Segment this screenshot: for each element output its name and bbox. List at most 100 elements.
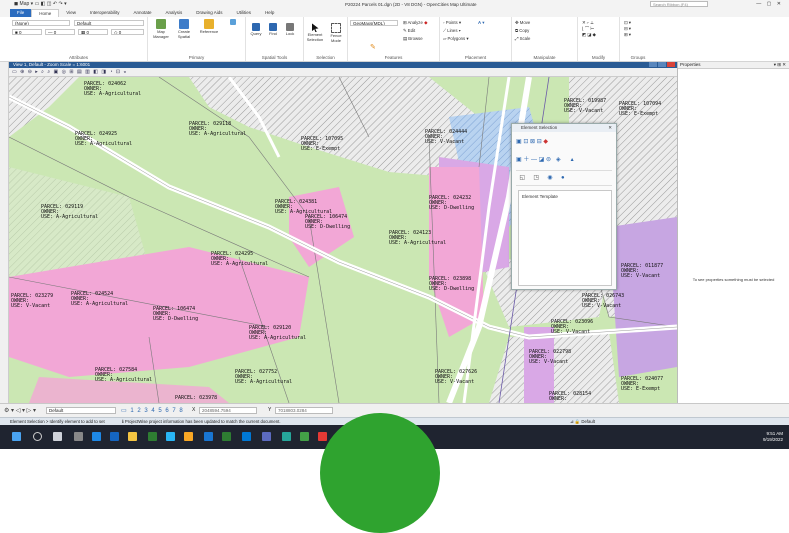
feature-dropdown[interactable]: GeoMaxs(MDL)	[350, 20, 398, 26]
chrome-icon[interactable]	[184, 432, 193, 441]
explorer-icon[interactable]	[128, 432, 137, 441]
tab-file[interactable]: File	[10, 9, 32, 17]
modify-group: ✕ ⌐ ⟂ ⌊ ⌒ ⊢ ◩ ◪ ◆ Modify	[578, 17, 620, 61]
word-icon[interactable]	[204, 432, 213, 441]
mail-icon[interactable]	[110, 432, 119, 441]
nav-controls[interactable]: ⚙ ▾ ◁ ▾ ▷ ▾	[4, 407, 36, 414]
tab-utilities[interactable]: Utilities	[230, 9, 259, 17]
element-selection-title: Element Selection	[521, 125, 558, 130]
x-coord-label: X	[192, 407, 196, 413]
selection-method-tools[interactable]: ▣ ⊡ ⊠ ⊟ ◆	[516, 138, 548, 145]
edge-icon[interactable]	[92, 432, 101, 441]
query-button[interactable]: Query	[248, 23, 264, 37]
status-info: ℹ ProjectWise project information has be…	[122, 419, 281, 424]
selection-tab-icons[interactable]: ◱ ◳ ◉ ●	[516, 170, 612, 186]
scale-button[interactable]: ⤢ Scale	[515, 36, 530, 41]
spotify-icon[interactable]	[300, 432, 309, 441]
browse-button[interactable]: ▤ Browse	[403, 36, 423, 42]
search-icon[interactable]	[33, 432, 42, 441]
transparency-dropdown[interactable]: ◇ 0	[111, 29, 144, 35]
map-manager-label: Map Manager	[153, 29, 169, 39]
parcel-use: USE: D-Dwelling	[305, 224, 350, 230]
selection-mode-tools[interactable]: ▣ ＋ — ◪ ⊜ ◈ ▴	[516, 154, 574, 163]
search-ribbon-input[interactable]: Search Ribbon (F4)	[650, 1, 708, 7]
polygons-label: Polygons	[447, 36, 466, 41]
element-selection-button[interactable]: Element Selection	[305, 23, 325, 42]
modify-tools[interactable]: ✕ ⌐ ⟂ ⌊ ⌒ ⊢ ◩ ◪ ◆	[582, 20, 596, 38]
parcel-use: USE: A-Agricultural	[211, 261, 268, 267]
features-group: GeoMaxs(MDL) ⊞ Analyze ◆ ✎ Edit ▤ Browse…	[348, 17, 440, 61]
pin-icon[interactable]: ▾ ⊞ ✕	[774, 62, 786, 68]
desktop-icon[interactable]	[74, 432, 83, 441]
weight-dropdown[interactable]: — 0	[45, 29, 75, 35]
clock[interactable]: 9:51 AM 9/19/2022	[763, 431, 783, 443]
view-buttons[interactable]: ▭ 1 2 3 4 5 6 7 8	[121, 407, 184, 414]
quick-access-toolbar[interactable]: ◼ Map ▾ ▭ ◧ ◫ ↶ ↷ ▾	[14, 1, 67, 7]
lines-label: Lines	[447, 28, 458, 33]
tab-analysis[interactable]: Analysis	[159, 9, 190, 17]
map-icon	[156, 19, 166, 29]
outlook-icon[interactable]	[242, 432, 251, 441]
element-selection-dialog[interactable]: Element Selection ✕ ▣ ⊡ ⊠ ⊟ ◆ ▣ ＋ — ◪ ⊜ …	[511, 123, 617, 290]
move-label: Move	[519, 20, 531, 25]
primary-extra-tools[interactable]	[223, 19, 243, 26]
model-dropdown[interactable]: Default	[46, 407, 116, 414]
parcel-use: USE: V-Vacant	[425, 139, 464, 145]
y-coord-label: Y	[268, 407, 272, 413]
lines-button[interactable]: ⟋ Lines ▾	[443, 28, 461, 33]
model-value: Default	[49, 408, 64, 413]
tab-view[interactable]: View	[59, 9, 83, 17]
copy-button[interactable]: ⧉ Copy	[515, 28, 529, 33]
tab-annotate[interactable]: Annotate	[127, 9, 159, 17]
tab-help[interactable]: Help	[258, 9, 281, 17]
parcel-use: USE: A-Agricultural	[235, 379, 292, 385]
parcel-use: USE: E-Exempt	[621, 386, 660, 392]
text-button[interactable]: A ▾	[478, 20, 484, 26]
element-template-panel	[518, 190, 612, 286]
reference-label: Reference	[199, 29, 219, 34]
analyze-button[interactable]: ⊞ Analyze ◆	[403, 20, 427, 26]
teams-icon[interactable]	[262, 432, 271, 441]
reference-button[interactable]: Reference	[198, 19, 220, 35]
polygons-button[interactable]: ▱ Polygons ▾	[443, 36, 469, 42]
ribbon-tabs: File Home View Interoperability Annotate…	[0, 9, 789, 17]
move-button[interactable]: ✥ Move	[515, 20, 530, 26]
create-spatial-button[interactable]: Create Spatial	[173, 19, 195, 39]
pencil-icon[interactable]: ✎	[370, 43, 376, 51]
status-right-model[interactable]: ⊿ 🔒 Default	[570, 418, 595, 425]
opencities-icon[interactable]	[282, 432, 291, 441]
view-toolbar[interactable]: ▭ ⊕ ⊖ ▸ ⌕ ⌕ ▣ ◎ ⊞ ▤ ▥ ◧ ◨ ◔ ⊡ ◒	[9, 68, 677, 77]
color-dropdown[interactable]: ■ 0	[12, 29, 42, 35]
app-icon-red[interactable]	[318, 432, 327, 441]
windows-start-icon[interactable]	[12, 432, 21, 441]
tab-interoperability[interactable]: Interoperability	[83, 9, 127, 17]
groups-tools[interactable]: ⊡ ▾ ⊟ ▾ ⊞ ▾	[624, 20, 631, 38]
view-window-controls[interactable]	[648, 62, 675, 67]
task-view-icon[interactable]	[53, 432, 62, 441]
edit-button[interactable]: ✎ Edit	[403, 28, 415, 34]
element-template-label: Element Template	[522, 194, 558, 199]
lock-button[interactable]: Lock	[282, 23, 298, 37]
tool-icon	[230, 19, 236, 25]
excel-icon[interactable]	[222, 432, 231, 441]
linestyle-dropdown[interactable]: ▦ 0	[78, 29, 108, 35]
y-coord-field[interactable]: 7018803.0284	[275, 407, 333, 414]
level-dropdown[interactable]: (None)	[12, 20, 70, 26]
style-dropdown[interactable]: Default	[74, 20, 144, 26]
features-label: Features	[384, 55, 403, 60]
tab-home[interactable]: Home	[31, 9, 60, 17]
find-button[interactable]: Find	[265, 23, 281, 37]
x-coord-field[interactable]: 2048594.7594	[199, 407, 257, 414]
map-manager-button[interactable]: Map Manager	[150, 19, 172, 39]
close-icon[interactable]: ✕	[608, 124, 612, 132]
points-button[interactable]: ◦ Points ▾	[443, 20, 461, 26]
parcel-use: USE: E-Exempt	[619, 111, 658, 117]
window-controls[interactable]: — ▢ ✕	[756, 1, 783, 7]
store-icon[interactable]	[148, 432, 157, 441]
parcel-use: USE: V-Vacant	[11, 303, 50, 309]
fence-mode-button[interactable]: Fence Mode	[326, 23, 346, 43]
parcel-use: USE: A-Agricultural	[41, 214, 98, 220]
tab-drawing-aids[interactable]: Drawing Aids	[189, 9, 229, 17]
app-icon[interactable]	[166, 432, 175, 441]
manipulate-group: ✥ Move ⧉ Copy ⤢ Scale Manipulate	[512, 17, 578, 61]
